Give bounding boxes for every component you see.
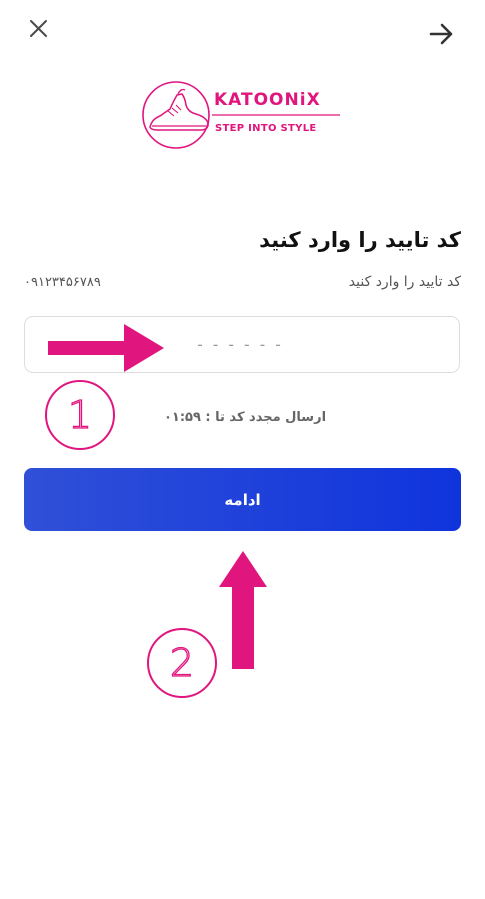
- instruction-text: کد تایید را وارد کنید: [348, 274, 461, 290]
- close-icon: [30, 20, 47, 37]
- brand-slogan: STEP INTO STYLE: [215, 123, 317, 134]
- close-button[interactable]: [26, 16, 52, 42]
- annotation-step-badge: 2: [147, 628, 217, 698]
- phone-number: ۰۹۱۲۳۴۵۶۷۸۹: [24, 275, 101, 290]
- annotation-arrow-up: [219, 551, 267, 669]
- brand-name: KATOONiX: [214, 90, 321, 110]
- resend-timer: ارسال مجدد کد تا : ۰۱:۵۹: [163, 410, 327, 425]
- brand-logo: KATOONiX STEP INTO STYLE: [140, 78, 346, 152]
- verification-code-input[interactable]: [24, 316, 460, 373]
- annotation-step-1-label: 1: [67, 392, 93, 437]
- annotation-step-2-label: 2: [169, 640, 195, 685]
- annotation-step-badge: 1: [45, 380, 115, 450]
- continue-button[interactable]: ادامه: [24, 468, 461, 531]
- page-title: کد تایید را وارد کنید: [259, 228, 461, 252]
- arrow-right-icon: [429, 23, 453, 45]
- back-button[interactable]: [428, 21, 456, 47]
- continue-button-label: ادامه: [224, 490, 261, 509]
